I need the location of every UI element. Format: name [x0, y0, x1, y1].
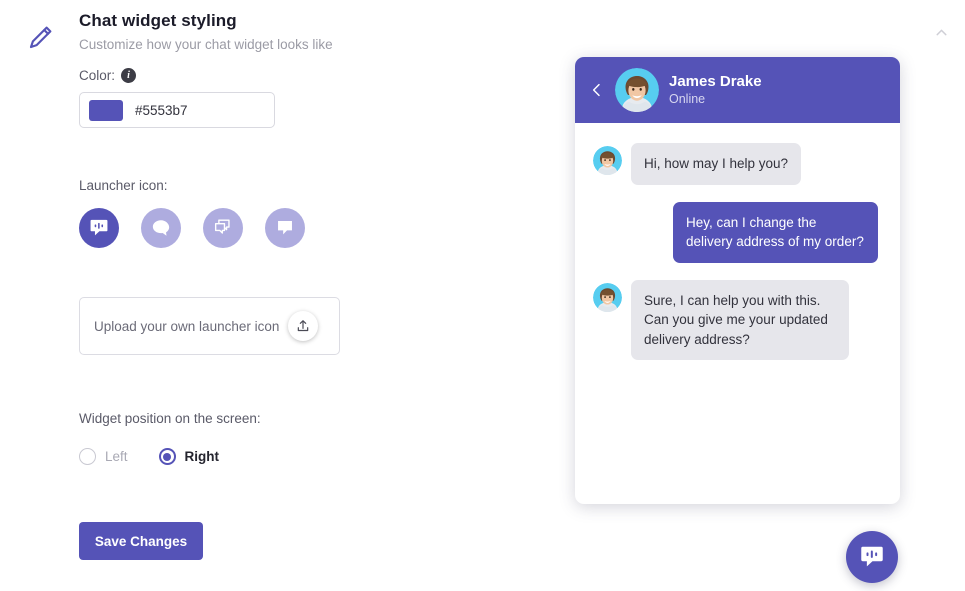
chat-message-row: Hey, can I change the delivery address o… [593, 201, 878, 263]
chat-bubble-voice-icon [90, 219, 108, 236]
launcher-option-chat-bubble-round[interactable] [141, 208, 181, 248]
chat-bubble-round-icon [152, 220, 170, 236]
widget-position-label: Widget position on the screen: [79, 411, 261, 426]
message-avatar [593, 282, 622, 312]
radio-option-right[interactable]: Right [158, 448, 220, 465]
color-label: Color: [79, 68, 116, 83]
styling-form: Chat widget styling Customize how your c… [79, 11, 549, 560]
color-input[interactable]: #5553b7 [79, 92, 275, 128]
upload-text: Upload your own launcher icon [94, 318, 280, 334]
info-icon[interactable]: i [121, 68, 137, 83]
radio-right-label: Right [184, 449, 220, 464]
back-chevron-left-icon[interactable] [589, 80, 605, 100]
chat-message-list: Hi, how may I help you? Hey, can I chang… [575, 123, 900, 361]
radio-left-label: Left [105, 449, 128, 464]
chat-preview-header: James Drake Online [575, 57, 900, 123]
agent-name: James Drake [669, 72, 762, 90]
save-changes-button[interactable]: Save Changes [79, 522, 203, 560]
agent-avatar [615, 68, 659, 112]
radio-right-control[interactable] [158, 448, 176, 465]
collapse-chevron-up-icon[interactable] [927, 20, 955, 44]
color-swatch[interactable] [89, 99, 123, 121]
message-avatar [593, 146, 622, 175]
launcher-option-chat-bubble-square[interactable] [265, 208, 305, 248]
launcher-icon-options [79, 208, 549, 248]
color-label-row: Color: i [79, 68, 549, 83]
widget-position-options: Left Right [79, 448, 549, 465]
upload-launcher-icon-box[interactable]: Upload your own launcher icon [79, 297, 340, 355]
chat-launcher-button[interactable] [846, 531, 898, 583]
color-value: #5553b7 [135, 102, 188, 118]
message-bubble: Sure, I can help you with this. Can you … [631, 279, 849, 361]
launcher-option-chat-bubbles-stacked[interactable] [203, 208, 243, 248]
launcher-option-chat-bubble-voice[interactable] [79, 208, 119, 248]
pencil-icon [26, 22, 56, 52]
radio-right-dot [163, 452, 172, 461]
launcher-icon-label: Launcher icon: [79, 178, 168, 193]
radio-option-left[interactable]: Left [79, 448, 128, 465]
chat-bubbles-stacked-icon [214, 219, 230, 234]
chat-message-row: Hi, how may I help you? [593, 143, 878, 185]
radio-left-control[interactable] [79, 448, 96, 465]
agent-identity: James Drake Online [669, 73, 762, 107]
page-title: Chat widget styling [79, 11, 237, 30]
message-bubble: Hi, how may I help you? [631, 143, 802, 185]
chat-message-row: Sure, I can help you with this. Can you … [593, 279, 878, 361]
agent-status: Online [669, 91, 706, 106]
message-bubble: Hey, can I change the delivery address o… [673, 201, 878, 263]
chat-widget-preview: James Drake Online Hi, how may I help yo… [575, 57, 900, 504]
upload-icon [298, 320, 309, 332]
page-subtitle: Customize how your chat widget looks lik… [79, 37, 333, 52]
chat-bubble-voice-icon [861, 546, 883, 567]
upload-button[interactable] [288, 311, 319, 341]
chat-widget-styling-page: Chat widget styling Customize how your c… [0, 0, 965, 591]
chat-bubble-square-icon [278, 221, 292, 235]
